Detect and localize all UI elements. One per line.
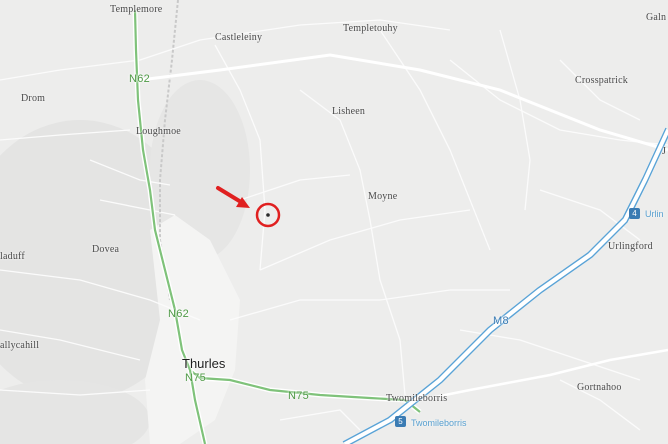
town-label-thurles: Thurles xyxy=(182,356,226,371)
road-label-m8: M8 xyxy=(493,315,509,327)
place-label-dovea: Dovea xyxy=(92,244,120,255)
place-label-ballycahill: allycahill xyxy=(0,340,40,351)
place-label-templetouhy: Templetouhy xyxy=(343,23,398,34)
map-view[interactable]: Templemore Castleleiny Templetouhy Galn … xyxy=(0,0,668,444)
junction-5-label: Twomileborris xyxy=(411,418,467,428)
place-label-castleleiny: Castleleiny xyxy=(215,32,263,43)
place-label-edge: J xyxy=(662,146,667,157)
place-label-crosspatrick: Crosspatrick xyxy=(575,75,628,86)
regional-road xyxy=(419,348,668,402)
place-label-laduff: laduff xyxy=(0,251,25,262)
place-label-galmoy: Galn xyxy=(646,12,667,23)
junction-4-label: Urlin xyxy=(645,209,664,219)
junction-4-shield: 4 xyxy=(629,208,640,219)
junction-5-shield: 5 xyxy=(395,416,406,427)
map-base-layer xyxy=(0,0,668,444)
place-label-templemore: Templemore xyxy=(110,4,163,15)
place-label-gortnahoo: Gortnahoo xyxy=(577,382,622,393)
terrain-shade xyxy=(0,380,150,444)
road-label-n75-east: N75 xyxy=(288,390,310,402)
place-label-lisheen: Lisheen xyxy=(332,106,366,117)
road-label-n62-north: N62 xyxy=(129,73,151,85)
place-label-twomileborris: Twomileborris xyxy=(386,393,448,404)
place-label-moyne: Moyne xyxy=(368,191,398,202)
place-label-loughmoe: Loughmoe xyxy=(136,126,181,137)
road-label-n62-south: N62 xyxy=(168,308,190,320)
property-dot xyxy=(266,213,270,217)
place-label-urlingford: Urlingford xyxy=(608,241,653,252)
place-label-drom: Drom xyxy=(21,93,46,104)
road-label-n75-west: N75 xyxy=(185,372,207,384)
